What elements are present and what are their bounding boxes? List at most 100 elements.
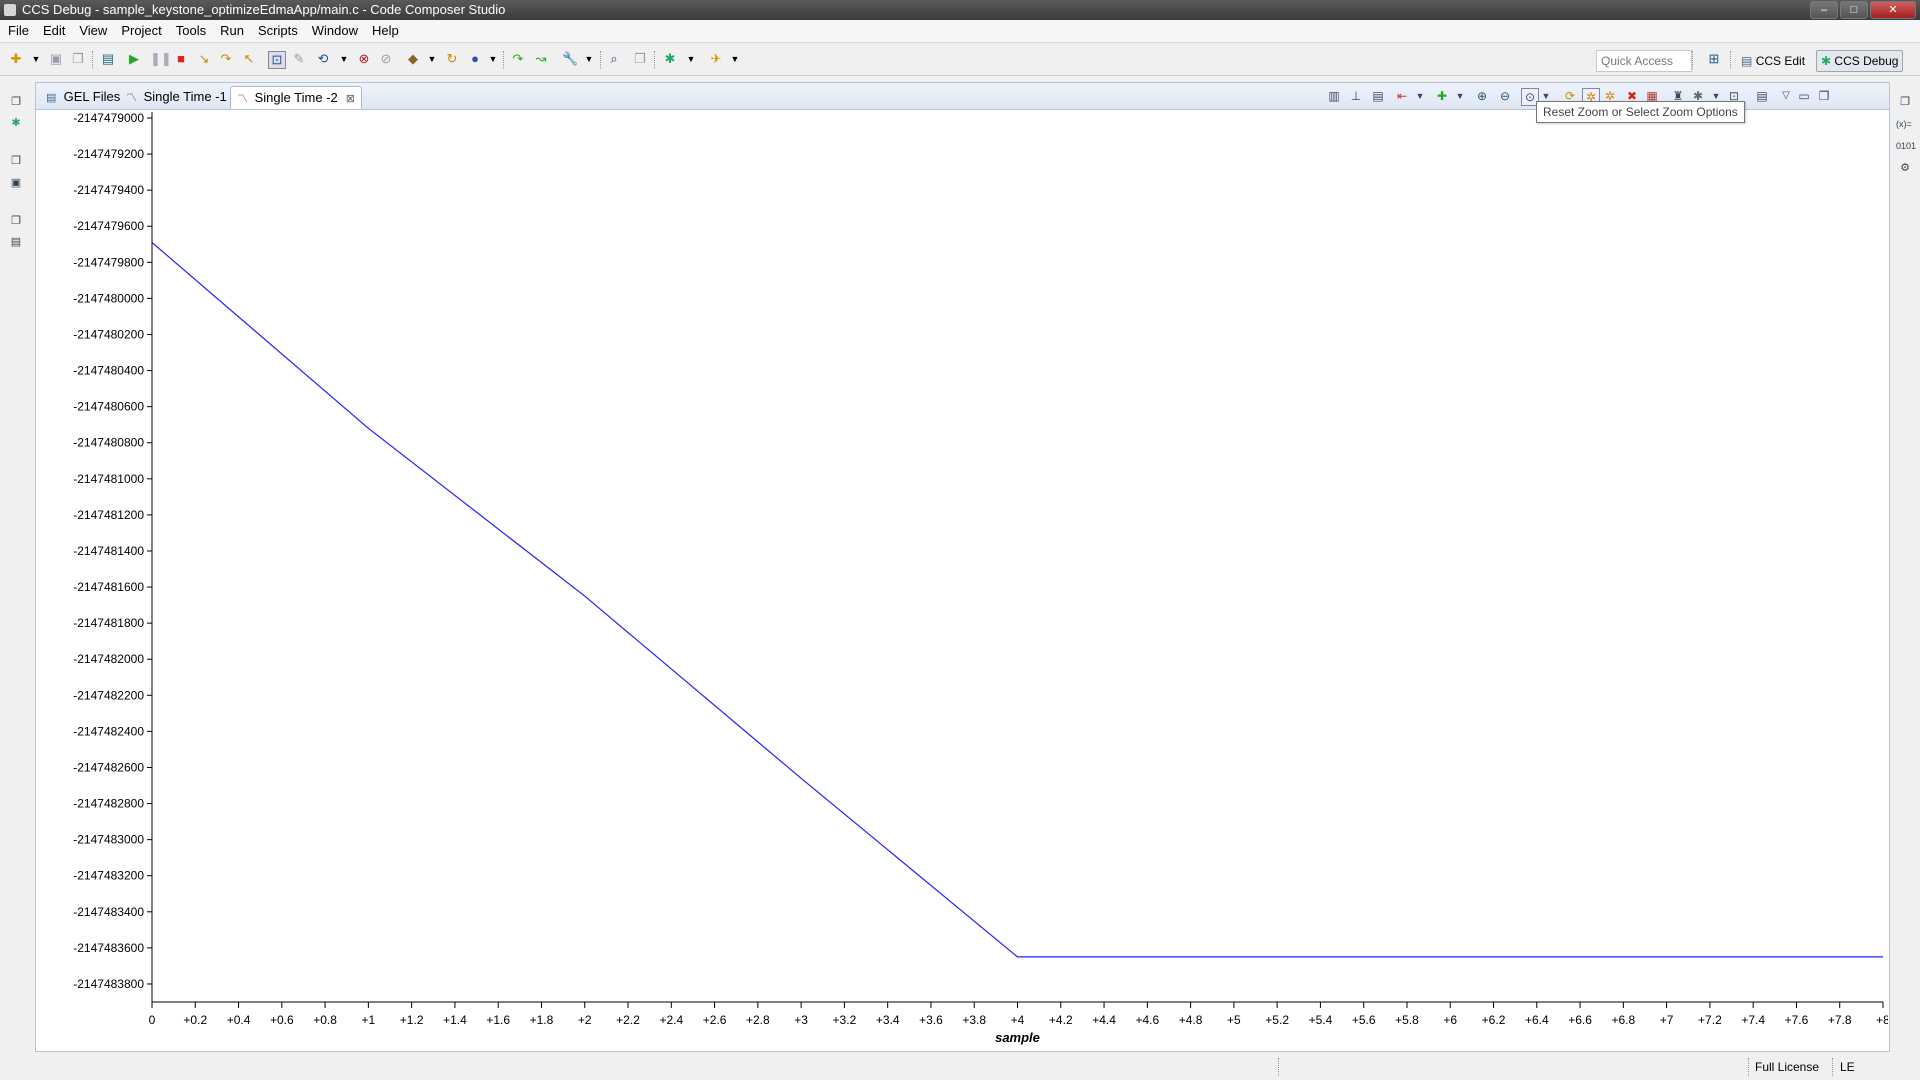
- y-tick-label: -2147479200: [73, 147, 144, 161]
- series-line-1: [151, 242, 1883, 958]
- debug-dropdown-icon[interactable]: ▼: [683, 51, 699, 67]
- debug-bug-icon[interactable]: ✱: [662, 51, 678, 67]
- pin-view-icon[interactable]: ▤: [1754, 88, 1770, 104]
- refresh-dropdown-icon[interactable]: ▼: [1452, 88, 1468, 104]
- terminate-icon[interactable]: ■: [173, 51, 189, 67]
- restore-icon[interactable]: ❐: [1898, 95, 1912, 109]
- refresh-graph-icon[interactable]: ✚: [1434, 88, 1450, 104]
- x-tick-label: +0.2: [183, 1013, 207, 1027]
- disconnect-icon[interactable]: ⊘: [378, 51, 394, 67]
- zoom-out-icon[interactable]: ⊖: [1497, 88, 1513, 104]
- y-tick-label: -2147482400: [73, 724, 144, 738]
- x-tick-label: +3.6: [919, 1013, 943, 1027]
- tab-single-time-2[interactable]: 〽 Single Time -2 ⊠: [230, 86, 362, 109]
- menu-project[interactable]: Project: [114, 20, 168, 42]
- new-dropdown-icon[interactable]: ▼: [28, 51, 44, 67]
- perspective-ccs-debug[interactable]: ✱ CCS Debug: [1816, 50, 1904, 72]
- step-over-icon[interactable]: ↷: [218, 51, 234, 67]
- debug-view-icon[interactable]: ▤: [100, 51, 116, 67]
- expressions-view-icon[interactable]: ⚙: [1898, 161, 1912, 175]
- window-title: CCS Debug - sample_keystone_optimizeEdma…: [22, 2, 506, 17]
- assembly-step-icon[interactable]: ✎: [291, 51, 307, 67]
- step-into-icon[interactable]: ↘: [196, 51, 212, 67]
- minimize-view-icon[interactable]: ▭: [1796, 88, 1812, 104]
- menu-edit[interactable]: Edit: [36, 20, 72, 42]
- show-data-icon[interactable]: ▥: [1326, 88, 1342, 104]
- restore-icon[interactable]: ❐: [9, 154, 23, 168]
- new-icon[interactable]: ✚: [8, 51, 24, 67]
- pin-icon[interactable]: ❐: [632, 51, 648, 67]
- resume-icon[interactable]: ▶: [126, 51, 142, 67]
- close-tab-icon[interactable]: ⊠: [346, 88, 355, 110]
- menu-view[interactable]: View: [72, 20, 114, 42]
- time-graph-chart[interactable]: -2147479000 -2147479200 -2147479400 -214747…: [35, 108, 1888, 1050]
- external-tools-icon[interactable]: ✈: [708, 51, 724, 67]
- tools-icon[interactable]: 🔧: [562, 51, 578, 67]
- tab-gel-files[interactable]: ▤ GEL Files: [40, 86, 126, 108]
- x-tick-label: +3.8: [962, 1013, 986, 1027]
- cursor-icon[interactable]: ⇤: [1394, 88, 1410, 104]
- x-tick-label: +8: [1876, 1013, 1888, 1027]
- y-tick-label: -2147483000: [73, 833, 144, 847]
- y-tick-label: -2147479400: [73, 183, 144, 197]
- close-window-button[interactable]: ✕: [1870, 1, 1916, 19]
- reset-zoom-tooltip: Reset Zoom or Select Zoom Options: [1536, 101, 1745, 123]
- save-all-icon[interactable]: ❐: [70, 51, 86, 67]
- x-tick-label: +7.8: [1828, 1013, 1852, 1027]
- restore-icon[interactable]: ❐: [9, 95, 23, 109]
- registers-view-icon[interactable]: 0101: [1896, 139, 1916, 153]
- menu-run[interactable]: Run: [213, 20, 251, 42]
- menu-help[interactable]: Help: [365, 20, 406, 42]
- load-program-icon[interactable]: ◆: [405, 51, 421, 67]
- step-icon[interactable]: ↷: [510, 51, 526, 67]
- build-icon[interactable]: ●: [467, 51, 483, 67]
- open-perspective-icon[interactable]: ⊞: [1706, 51, 1722, 67]
- align-icon[interactable]: ⊥: [1348, 88, 1364, 104]
- console-view-icon[interactable]: ▣: [9, 176, 23, 190]
- x-tick-label: +2.6: [703, 1013, 727, 1027]
- minimize-button[interactable]: –: [1810, 1, 1838, 19]
- x-tick-label: +0.4: [227, 1013, 251, 1027]
- refresh-icon[interactable]: ↻: [444, 51, 460, 67]
- y-tick-label: -2147483600: [73, 941, 144, 955]
- step-over-2-icon[interactable]: ↝: [533, 51, 549, 67]
- debug-view-icon[interactable]: ✱: [9, 116, 23, 130]
- restore-icon[interactable]: ❐: [9, 214, 23, 228]
- search-icon[interactable]: ⌕: [606, 51, 622, 67]
- menu-window[interactable]: Window: [305, 20, 365, 42]
- maximize-view-icon[interactable]: ❐: [1816, 88, 1832, 104]
- cursor-dropdown-icon[interactable]: ▼: [1412, 88, 1428, 104]
- step-return-icon[interactable]: ↖: [241, 51, 257, 67]
- x-tick-label: +6.8: [1611, 1013, 1635, 1027]
- variables-view-icon[interactable]: (x)=: [1896, 117, 1912, 131]
- display-properties-icon[interactable]: ▤: [1370, 88, 1386, 104]
- x-tick-label: +1.6: [486, 1013, 510, 1027]
- project-explorer-icon[interactable]: ▤: [9, 235, 23, 249]
- y-tick-label: -2147480000: [73, 291, 144, 305]
- y-tick-label: -2147482200: [73, 688, 144, 702]
- load-dropdown-icon[interactable]: ▼: [424, 51, 440, 67]
- maximize-button[interactable]: □: [1840, 1, 1868, 19]
- view-menu-icon[interactable]: ▽: [1778, 88, 1794, 104]
- quick-access-input[interactable]: Quick Access: [1596, 50, 1692, 72]
- y-tick-label: -2147481800: [73, 616, 144, 630]
- menu-tools[interactable]: Tools: [169, 20, 213, 42]
- y-tick-label: -2147480400: [73, 364, 144, 378]
- reset-dropdown-icon[interactable]: ▼: [336, 51, 352, 67]
- menu-scripts[interactable]: Scripts: [251, 20, 305, 42]
- suspend-icon[interactable]: ❚❚: [150, 51, 172, 67]
- perspective-ccs-edit[interactable]: ▤ CCS Edit: [1736, 50, 1810, 72]
- save-icon[interactable]: ▣: [48, 51, 64, 67]
- tools-dropdown-icon[interactable]: ▼: [581, 51, 597, 67]
- build-dropdown-icon[interactable]: ▼: [485, 51, 501, 67]
- restart-icon[interactable]: ⊗: [356, 51, 372, 67]
- zoom-in-icon[interactable]: ⊕: [1474, 88, 1490, 104]
- external-tools-dropdown-icon[interactable]: ▼: [727, 51, 743, 67]
- tab-single-time-1[interactable]: 〽 Single Time -1: [120, 86, 233, 108]
- menu-file[interactable]: File: [0, 20, 36, 42]
- instruction-step-icon[interactable]: ⊡: [268, 51, 286, 69]
- x-tick-label: +7.6: [1785, 1013, 1809, 1027]
- reset-icon[interactable]: ⟲: [315, 51, 331, 67]
- x-tick-label: +7: [1660, 1013, 1674, 1027]
- x-tick-label: +2.8: [746, 1013, 770, 1027]
